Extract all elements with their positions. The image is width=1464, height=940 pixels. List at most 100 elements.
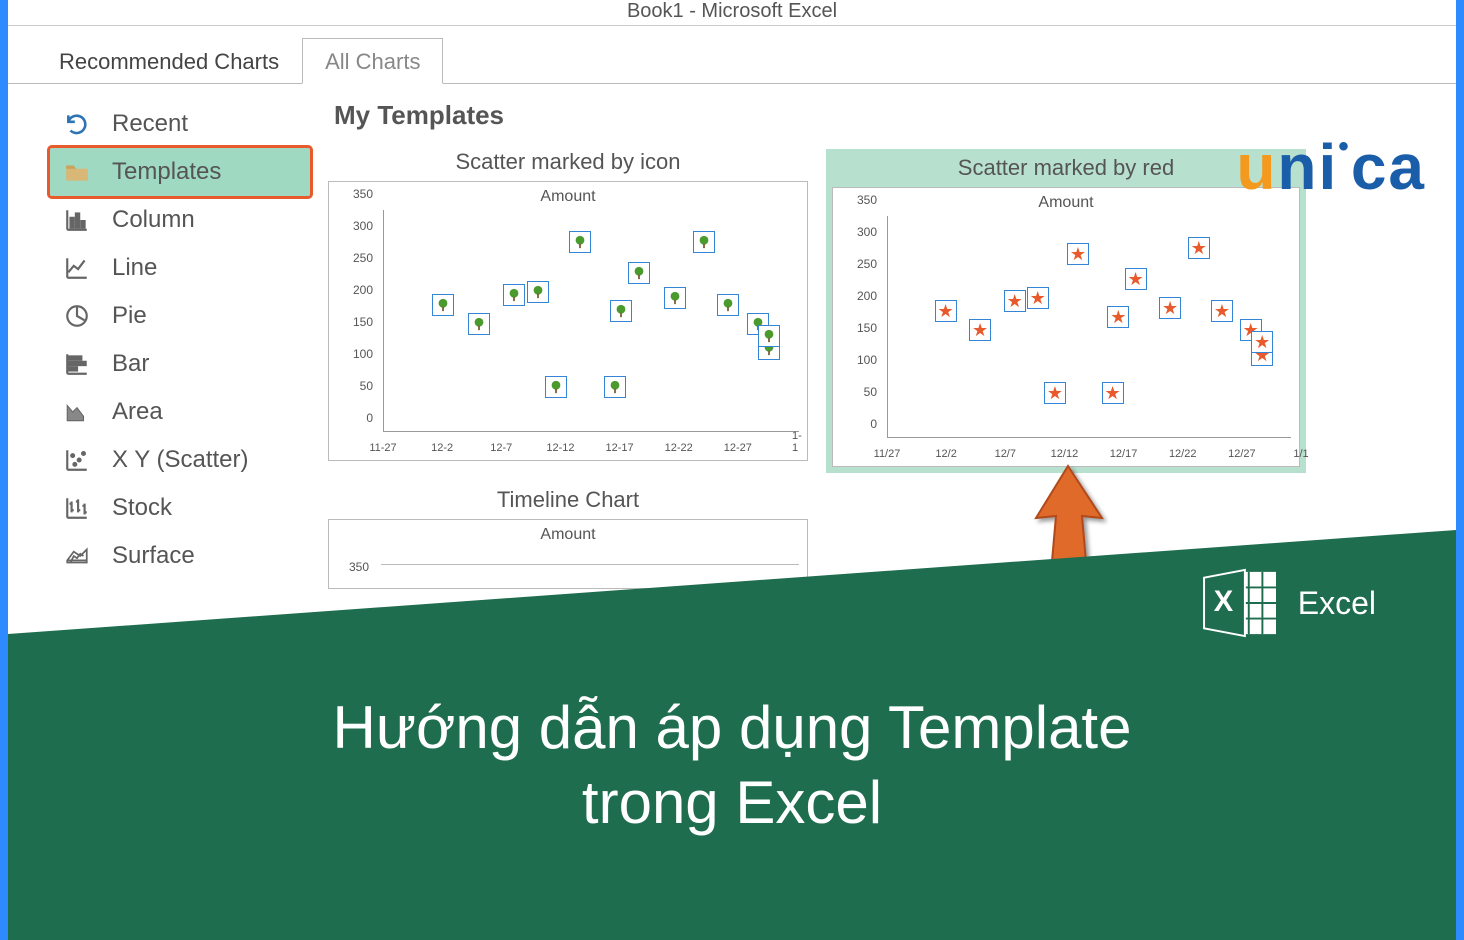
x-tick-label: 12/7	[995, 448, 1016, 460]
area-chart-icon	[60, 398, 94, 426]
folder-icon	[60, 158, 94, 186]
hero-title: Hướng dẫn áp dụng Template trong Excel	[333, 690, 1132, 840]
y-tick-label: 200	[329, 283, 379, 297]
section-title: My Templates	[328, 100, 1436, 131]
star-marker-icon: ★	[1102, 382, 1124, 404]
chart-type-sidebar: Recent Templates Column Line Pie Bar	[50, 100, 310, 580]
x-tick-label: 12/27	[1228, 448, 1256, 460]
template-title: Scatter marked by red	[832, 155, 1300, 181]
template-card-scatter-red[interactable]: Scatter marked by red Amount ★ ★ ★ ★ ★ ★ ★ ★ ★ ★ ★…	[826, 149, 1306, 473]
star-marker-icon: ★	[1159, 297, 1181, 319]
tree-marker-icon	[758, 325, 780, 347]
star-marker-icon: ★	[1211, 300, 1233, 322]
x-tick-label: 11-27	[369, 442, 396, 454]
bar-chart-icon	[60, 350, 94, 378]
scatter-chart-icon	[60, 446, 94, 474]
x-tick-label: 11/27	[874, 448, 901, 460]
tab-recommended-charts[interactable]: Recommended Charts	[36, 38, 302, 84]
sidebar-item-bar[interactable]: Bar	[50, 340, 310, 388]
x-tick-label: 12/12	[1051, 448, 1079, 460]
star-marker-icon: ★	[969, 319, 991, 341]
sidebar-item-stock[interactable]: Stock	[50, 484, 310, 532]
window-title: Book1 - Microsoft Excel	[627, 0, 837, 22]
y-tick-label: 300	[329, 219, 379, 233]
sidebar-item-label: Pie	[112, 302, 147, 330]
undo-icon	[60, 110, 94, 138]
tree-marker-icon	[527, 281, 549, 303]
tree-marker-icon	[468, 313, 490, 335]
sidebar-item-templates[interactable]: Templates	[50, 148, 310, 196]
star-marker-icon: ★	[935, 300, 957, 322]
pie-chart-icon	[60, 302, 94, 330]
sidebar-item-area[interactable]: Area	[50, 388, 310, 436]
template-title: Timeline Chart	[328, 487, 808, 513]
tab-all-charts[interactable]: All Charts	[302, 38, 443, 84]
x-tick-label: 12/22	[1169, 448, 1197, 460]
x-tick-label: 12-17	[605, 442, 633, 454]
y-tick-label: 50	[329, 379, 379, 393]
line-chart-icon	[60, 254, 94, 282]
star-marker-icon: ★	[1107, 306, 1129, 328]
hero-banner: X Excel Hướng dẫn áp dụng Template trong…	[8, 530, 1456, 940]
svg-text:X: X	[1214, 586, 1234, 618]
plot-area: ★★★★★★★★★★★★★★★	[887, 216, 1291, 438]
sidebar-item-label: Line	[112, 254, 157, 282]
chart-inner-title: Amount	[333, 188, 803, 206]
column-chart-icon	[60, 206, 94, 234]
title-bar: Book1 - Microsoft Excel	[8, 0, 1456, 26]
star-marker-icon: ★	[1067, 243, 1089, 265]
hero-line1: Hướng dẫn áp dụng Template	[333, 690, 1132, 765]
sidebar-item-label: Area	[112, 398, 163, 426]
x-tick-label: 1/1	[1293, 448, 1308, 460]
x-tick-label: 12-7	[490, 442, 512, 454]
excel-icon: X	[1202, 568, 1280, 638]
excel-brand: X Excel	[1202, 568, 1376, 638]
unica-logo: uni•ca	[1236, 130, 1426, 204]
y-tick-label: 50	[833, 385, 883, 399]
y-tick-label: 250	[329, 251, 379, 265]
y-tick-label: 250	[833, 257, 883, 271]
tree-marker-icon	[432, 294, 454, 316]
x-tick-label: 12-12	[546, 442, 574, 454]
y-tick-label: 200	[833, 289, 883, 303]
star-marker-icon: ★	[1027, 287, 1049, 309]
star-marker-icon: ★	[1188, 237, 1210, 259]
star-marker-icon: ★	[1044, 382, 1066, 404]
template-card-scatter-icon[interactable]: Scatter marked by icon Amount 0501001502…	[328, 149, 808, 473]
tree-marker-icon	[610, 300, 632, 322]
tree-marker-icon	[503, 284, 525, 306]
y-tick-label: 0	[833, 417, 883, 431]
chart-inner-title: Amount	[837, 194, 1295, 212]
sidebar-item-label: Templates	[112, 158, 221, 186]
x-tick-label: 12-27	[724, 442, 752, 454]
sidebar-item-scatter[interactable]: X Y (Scatter)	[50, 436, 310, 484]
sidebar-item-column[interactable]: Column	[50, 196, 310, 244]
sidebar-item-pie[interactable]: Pie	[50, 292, 310, 340]
tree-marker-icon	[664, 287, 686, 309]
y-tick-label: 100	[833, 353, 883, 367]
sidebar-item-recent[interactable]: Recent	[50, 100, 310, 148]
sidebar-item-label: Stock	[112, 494, 172, 522]
x-tick-label: 12/17	[1110, 448, 1138, 460]
y-tick-label: 350	[329, 187, 379, 201]
chart-preview: Amount ★★★★★★★★★★★★★★★ 05010015020025030…	[832, 187, 1300, 467]
x-tick-label: 12-22	[665, 442, 693, 454]
tree-marker-icon	[569, 231, 591, 253]
excel-label: Excel	[1298, 585, 1376, 622]
y-tick-label: 350	[833, 193, 883, 207]
chart-preview: Amount 05010015020025030035011-2712-212-…	[328, 181, 808, 461]
tree-marker-icon	[604, 376, 626, 398]
sidebar-item-label: X Y (Scatter)	[112, 446, 249, 474]
sidebar-item-line[interactable]: Line	[50, 244, 310, 292]
sidebar-item-label: Recent	[112, 110, 188, 138]
tree-marker-icon	[545, 376, 567, 398]
x-tick-label: 12-2	[431, 442, 453, 454]
tab-strip: Recommended Charts All Charts	[36, 36, 1456, 84]
star-marker-icon: ★	[1125, 268, 1147, 290]
x-tick-label: 1-1	[792, 430, 802, 454]
hero-line2: trong Excel	[333, 765, 1132, 840]
x-tick-label: 12/2	[935, 448, 956, 460]
y-tick-label: 0	[329, 411, 379, 425]
y-tick-label: 150	[833, 321, 883, 335]
y-tick-label: 300	[833, 225, 883, 239]
